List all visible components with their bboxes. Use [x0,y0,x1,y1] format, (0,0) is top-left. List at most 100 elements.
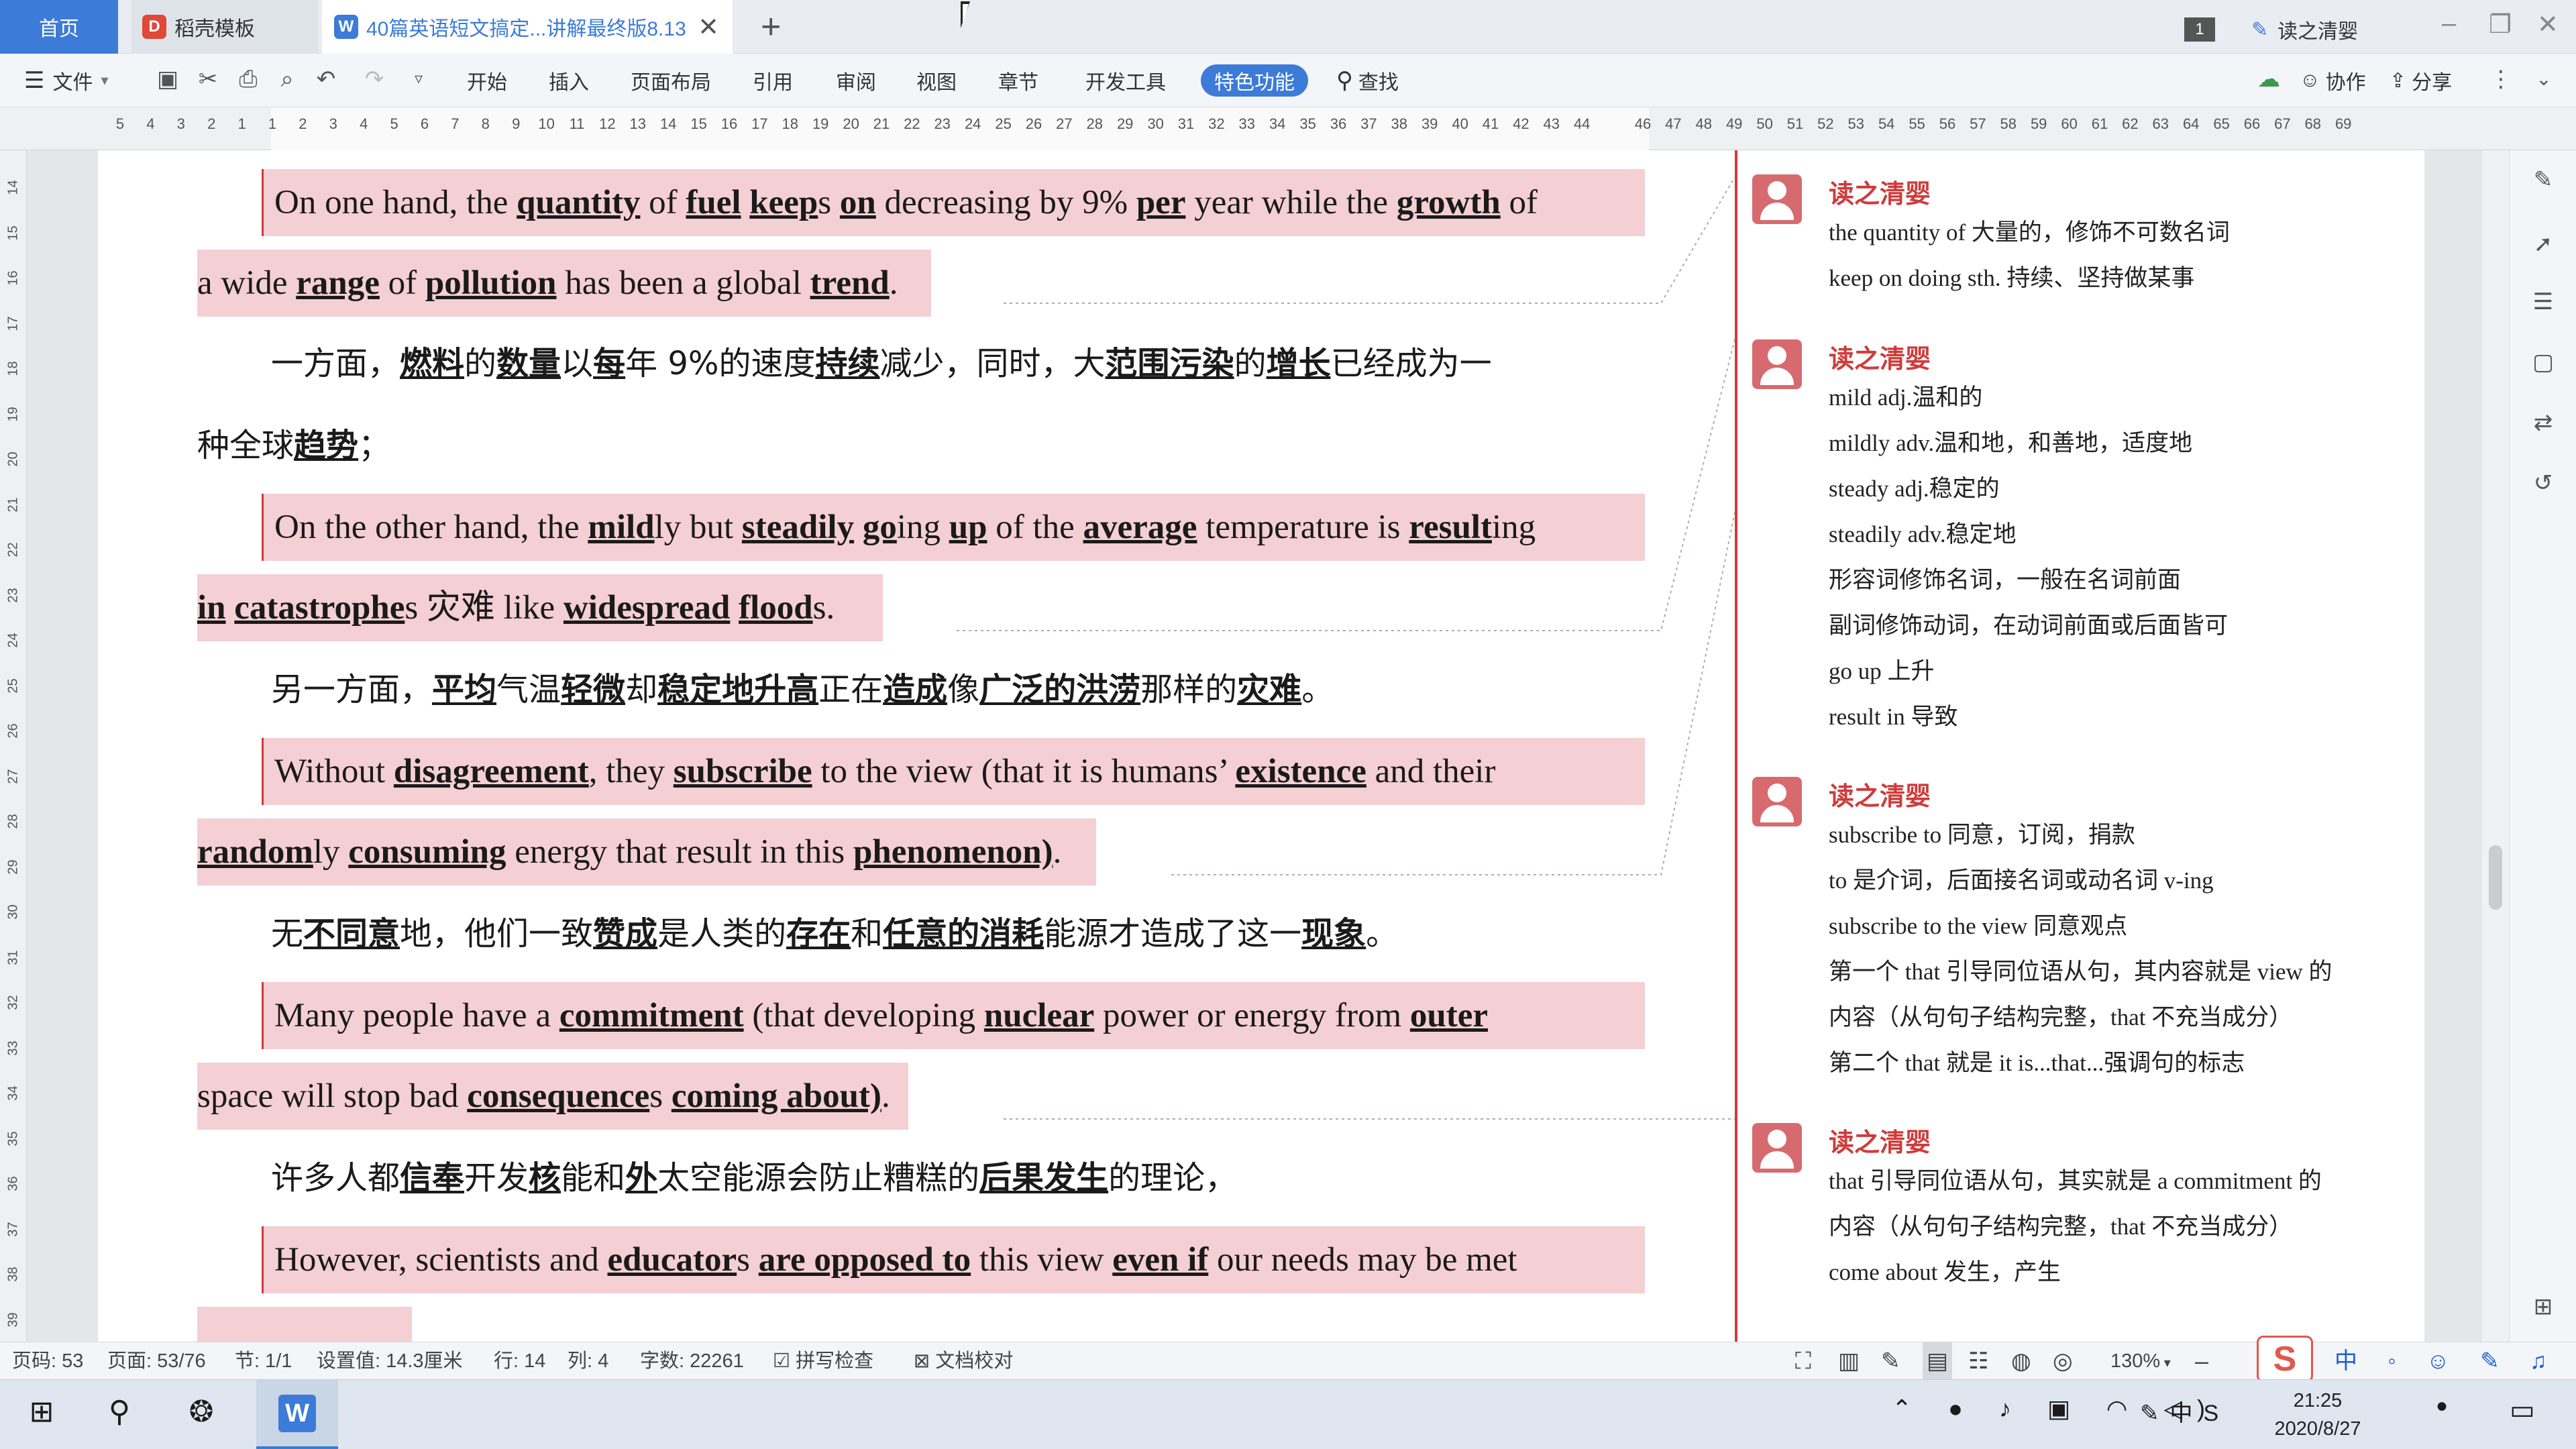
document-page[interactable]: On one hand, the quantity of fuel keeps … [98,150,2424,1342]
app-swirl-icon[interactable]: ❂ [181,1395,221,1435]
action-center-icon[interactable]: ▭ [2502,1395,2542,1435]
ruler-mark: 1 [237,115,246,132]
ruler-mark: 61 [2091,115,2108,132]
tab-review[interactable]: 审阅 [836,54,876,107]
ruler-mark: 33 [1238,115,1256,132]
ruler-mark: 69 [2334,115,2352,132]
redo-icon[interactable]: ↷ [361,66,388,93]
comment-line: steadily adv.稳定地 [1829,521,2017,547]
status-setting[interactable]: 设置值: 14.3厘米 [317,1342,463,1380]
scrollbar-thumb[interactable] [2489,845,2502,910]
page-view-icon[interactable]: ▤ [1923,1342,1953,1380]
quick-access-more-icon[interactable]: ▿ [405,66,432,93]
status-col[interactable]: 列: 4 [568,1342,608,1380]
user-account[interactable]: ✎ 读之清婴 [2251,15,2358,44]
avatar [1752,1123,1802,1173]
status-section[interactable]: 节: 1/1 [235,1342,292,1380]
tab-view-label: 视图 [916,72,957,94]
share-button[interactable]: ⇪ 分享 [2390,54,2452,107]
camera-notification-icon[interactable]: ● [2422,1395,2462,1435]
tab-page-layout[interactable]: 页面布局 [631,54,711,107]
settings-sliders-icon[interactable]: ☰ [2530,288,2557,315]
search-button[interactable]: ⚲ 查找 [1336,54,1399,107]
comment-author: 读之清婴 [1829,1128,1931,1157]
system-clock[interactable]: 21:25 2020/8/27 [2267,1387,2368,1443]
ruler-mark: 10 [538,115,555,132]
ruler-mark: 13 [629,115,647,132]
more-icon[interactable]: ⋮ [2487,66,2514,93]
status-row[interactable]: 行: 14 [494,1342,545,1380]
pointer-icon[interactable]: ➚ [2530,231,2557,258]
save-icon[interactable]: ▣ [154,66,181,93]
write-mode-icon[interactable]: ✎ [1881,1342,1900,1380]
ime-toolbar[interactable]: 中 ◦ ☺ ✎ ♫ ⊞ [2334,1342,2576,1380]
cloud-sync-icon[interactable]: ☁ [2255,66,2282,93]
window-count-badge[interactable]: 1 [2184,17,2215,42]
comment-line: 第一个 that 引导同位语从句，其内容就是 view 的 [1829,959,2332,985]
outline-view-icon[interactable]: ☷ [1968,1342,1988,1380]
restore-icon[interactable]: ❐ [2489,9,2512,40]
vertical-scrollbar[interactable] [2482,150,2509,1342]
tab-template[interactable]: D 稻壳模板 [131,0,318,54]
fullscreen-icon[interactable]: ⛶ [1795,1342,1811,1380]
tray-extra-icons[interactable]: ✎中S [2140,1395,2267,1435]
zoom-level[interactable]: 130% ▾ [2110,1342,2171,1380]
window-close-icon[interactable]: ✕ [2537,9,2559,40]
comment-line: go up 上升 [1829,658,1935,684]
status-word-count[interactable]: 字数: 22261 [640,1342,744,1380]
tab-start[interactable]: 开始 [467,54,507,107]
tab-home[interactable]: 首页 [0,0,118,54]
tab-developer[interactable]: 开发工具 [1085,54,1166,107]
status-pages[interactable]: 页面: 53/76 [107,1342,206,1380]
print-icon[interactable]: ⎙ [235,66,262,93]
wps-writer-icon: W [278,1395,316,1432]
horizontal-ruler[interactable]: 5 4 3 2 1 1 2 3 4 5 6 7 8 9 10 11 12 13 14 15 16 17 18 19 20 21 22… [0,107,2576,150]
collaborate-button[interactable]: ☺ 协作 [2300,54,2366,107]
docer-logo-icon: D [142,15,166,39]
tab-view[interactable]: 视图 [916,54,957,107]
proofread-button[interactable]: ⊠ 文档校对 [914,1342,1013,1380]
vertical-ruler-mark: 22 [5,542,21,557]
print-preview-icon[interactable]: ⌕ [274,66,301,93]
history-icon[interactable]: ↺ [2530,470,2557,496]
tab-references[interactable]: 引用 [753,54,793,107]
collapse-ribbon-icon[interactable]: ⌄ [2530,66,2557,93]
tab-insert[interactable]: 插入 [549,54,589,107]
sogou-ime-logo-icon[interactable]: S [2257,1336,2313,1383]
comment-line: the quantity of 大量的，修饰不可数名词 [1829,219,2230,246]
zoom-out-icon[interactable]: – [2195,1342,2208,1380]
tab-page-layout-label: 页面布局 [631,72,711,94]
ruler-mark: 51 [1786,115,1804,132]
taskbar-wps-writer[interactable]: W [256,1380,338,1449]
ruler-mark: 68 [2304,115,2322,132]
pen-icon[interactable]: ✎ [2530,166,2557,193]
minimize-icon[interactable]: – [2442,9,2456,38]
mouse-cursor-icon [961,1,970,28]
tab-bar: 首页 D 稻壳模板 W 40篇英语短文搞定...讲解最终版8.13 ✕ + 1 … [0,0,2576,54]
new-tab-button[interactable]: + [761,7,781,47]
vertical-ruler[interactable]: 14 15 16 17 18 19 20 21 22 23 24 25 26 27 28 29 30 31 32 33… [0,150,27,1342]
comment-pane[interactable]: 读之清婴 the quantity of 大量的，修饰不可数名词 keep on… [1735,150,2424,1342]
status-page-code[interactable]: 页码: 53 [12,1342,83,1380]
lock-icon[interactable]: ▢ [2530,349,2557,376]
windows-start-icon[interactable]: ⊞ [21,1395,62,1435]
eye-protection-icon[interactable]: ◎ [2053,1342,2073,1380]
tab-developer-label: 开发工具 [1085,72,1166,94]
ruler-mark: 30 [1147,115,1164,132]
undo-icon[interactable]: ↶ [313,66,339,93]
web-view-icon[interactable]: ◍ [2011,1342,2031,1380]
tab-document[interactable]: W 40篇英语短文搞定...讲解最终版8.13 ✕ [322,0,733,54]
vertical-ruler-mark: 20 [5,451,21,467]
tab-chapter[interactable]: 章节 [998,54,1038,107]
chevron-down-icon: ▾ [101,72,109,89]
tab-special-features[interactable]: 特色功能 [1201,64,1308,97]
format-painter-icon[interactable]: ✂ [195,66,221,93]
spell-check-button[interactable]: ☑ 拼写检查 [773,1342,873,1380]
search-icon[interactable]: ⚲ [99,1395,140,1435]
grid-icon[interactable]: ⊞ [2530,1293,2557,1320]
read-mode-icon[interactable]: ▥ [1838,1342,1860,1380]
close-icon[interactable]: ✕ [698,12,719,42]
file-menu[interactable]: ☰ 文件 ▾ [24,54,109,107]
translate-icon[interactable]: ⇄ [2530,409,2557,436]
comment-author: 读之清婴 [1829,782,1931,811]
